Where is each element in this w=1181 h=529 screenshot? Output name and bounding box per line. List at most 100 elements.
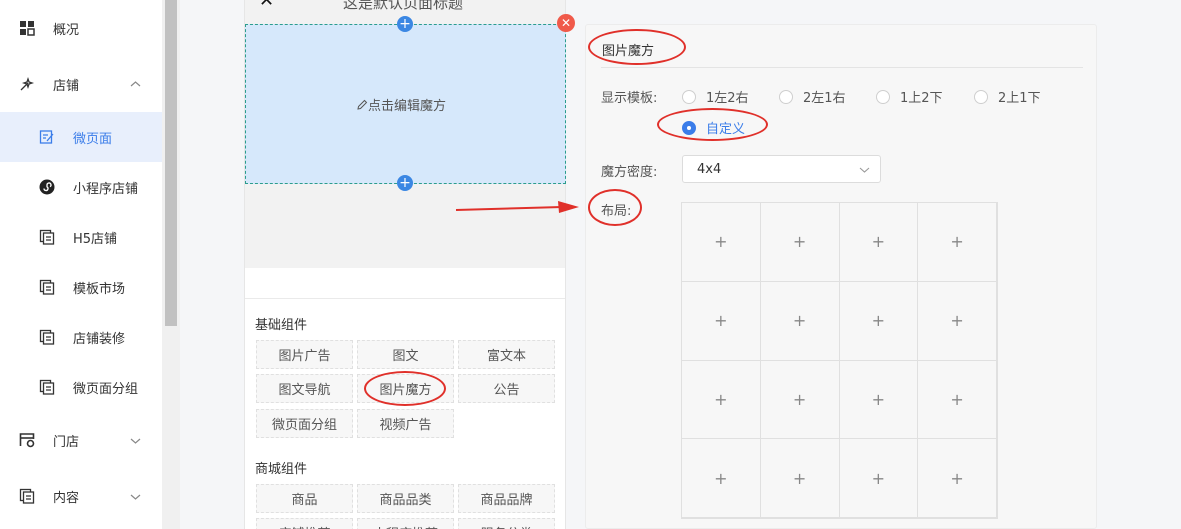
annotation-arrow xyxy=(455,201,579,213)
grid-cell-add[interactable]: + xyxy=(682,360,761,440)
component-rich-text[interactable]: 富文本 xyxy=(458,340,555,369)
grid-cell-add[interactable]: + xyxy=(918,281,997,361)
sidebar: 概况 店铺 微页面 小程序店铺 H5店铺 模板市场 店铺装修 微页面分组 门店 … xyxy=(0,0,162,529)
basic-components-title: 基础组件 xyxy=(255,318,308,333)
annotation-circle-custom xyxy=(657,108,768,141)
density-select[interactable]: 4x4 xyxy=(682,155,881,183)
component-product-category[interactable]: 商品品类 xyxy=(357,484,454,513)
sidebar-scrollbar-thumb[interactable] xyxy=(165,0,177,326)
radio-dot xyxy=(974,89,988,104)
image-cube-block[interactable]: 点击编辑魔方 xyxy=(245,24,566,184)
grid-cell-add[interactable]: + xyxy=(682,439,761,518)
page-title: 这是默认页面标题 xyxy=(343,0,464,12)
grid-cell-add[interactable]: + xyxy=(760,360,840,440)
radio-dot xyxy=(682,89,696,104)
radio-label: 2左1右 xyxy=(803,91,846,106)
radio-label: 1左2右 xyxy=(706,91,749,106)
component-miniprogram-recommend[interactable]: 小程序推荐 xyxy=(357,518,454,529)
grid-cell-add[interactable]: + xyxy=(918,203,997,282)
edit-page-icon xyxy=(39,130,54,144)
sidebar-item-label: 门店 xyxy=(53,434,80,450)
component-image-nav[interactable]: 图文导航 xyxy=(256,374,353,403)
mall-components-title: 商城组件 xyxy=(255,462,308,477)
edit-cube-label: 点击编辑魔方 xyxy=(368,99,447,114)
sidebar-item-page-group[interactable]: 微页面分组 xyxy=(0,362,162,412)
sidebar-item-label: 模板市场 xyxy=(73,281,126,297)
add-below-button[interactable]: + xyxy=(397,175,413,191)
grid-cell-add[interactable]: + xyxy=(839,281,919,361)
sidebar-item-label: 概况 xyxy=(53,22,80,38)
component-image-ad[interactable]: 图片广告 xyxy=(256,340,353,369)
sidebar-item-label: 小程序店铺 xyxy=(73,181,139,197)
radio-dot xyxy=(779,89,793,104)
annotation-circle-layout xyxy=(588,189,642,226)
radio-2left-1right[interactable]: 2左1右 xyxy=(779,87,846,106)
sidebar-item-label: 内容 xyxy=(53,490,80,506)
component-shop-recommend[interactable]: 店铺推荐 xyxy=(256,518,353,529)
grid-cell-add[interactable]: + xyxy=(918,439,997,518)
component-product[interactable]: 商品 xyxy=(256,484,353,513)
radio-label: 1上2下 xyxy=(900,91,943,106)
grid-cell-add[interactable]: + xyxy=(839,360,919,440)
density-value: 4x4 xyxy=(697,162,722,177)
h5-icon xyxy=(39,229,55,245)
add-above-button[interactable]: + xyxy=(397,16,413,32)
sidebar-item-label: 微页面 xyxy=(73,131,113,147)
sidebar-item-label: 店铺装修 xyxy=(73,331,126,347)
annotation-circle-panel-title xyxy=(588,29,686,65)
settings-panel: 图片魔方 显示模板: 1左2右 2左1右 1上2下 2上1下 自定义 魔方密度:… xyxy=(585,24,1097,529)
component-product-brand[interactable]: 商品品牌 xyxy=(458,484,555,513)
radio-dot xyxy=(876,89,890,104)
grid-cell-add[interactable]: + xyxy=(760,281,840,361)
template-label: 显示模板: xyxy=(601,91,658,106)
cube-grid: + + + + + + + + + + + + + + + + xyxy=(681,202,998,519)
sidebar-item-h5-shop[interactable]: H5店铺 xyxy=(0,212,162,262)
decoration-icon xyxy=(39,329,55,345)
divider xyxy=(601,67,1083,68)
sidebar-item-overview[interactable]: 概况 xyxy=(0,3,162,53)
component-service-category[interactable]: 服务分类 xyxy=(458,518,555,529)
radio-label: 2上1下 xyxy=(998,91,1041,106)
density-label: 魔方密度: xyxy=(601,165,658,180)
grid-cell-add[interactable]: + xyxy=(839,203,919,282)
grid-cell-add[interactable]: + xyxy=(682,203,761,282)
component-page-group[interactable]: 微页面分组 xyxy=(256,409,353,438)
sidebar-item-shop-decoration[interactable]: 店铺装修 xyxy=(0,312,162,362)
sidebar-item-label: 微页面分组 xyxy=(73,381,139,397)
sidebar-item-micro-page[interactable]: 微页面 xyxy=(0,112,162,162)
sidebar-item-miniprogram-shop[interactable]: 小程序店铺 xyxy=(0,162,162,212)
chevron-down-icon xyxy=(859,167,870,173)
close-icon[interactable]: ✕ xyxy=(259,0,274,11)
grid-cell-add[interactable]: + xyxy=(918,360,997,440)
radio-1top-2bottom[interactable]: 1上2下 xyxy=(876,87,943,106)
annotation-circle-image-cube xyxy=(364,371,446,406)
dashboard-icon xyxy=(20,21,35,36)
delete-block-button[interactable]: ✕ xyxy=(557,14,575,32)
component-library: 基础组件 图片广告 图文 富文本 图文导航 图片魔方 公告 微页面分组 视频广告… xyxy=(245,298,565,529)
grid-cell-add[interactable]: + xyxy=(760,439,840,518)
sidebar-item-label: H5店铺 xyxy=(73,231,118,247)
component-video-ad[interactable]: 视频广告 xyxy=(357,409,454,438)
more-icon[interactable]: ••• xyxy=(531,0,562,5)
component-notice[interactable]: 公告 xyxy=(458,374,555,403)
pencil-icon xyxy=(357,99,368,110)
content-icon xyxy=(19,488,35,504)
chevron-down-icon xyxy=(130,438,141,444)
sidebar-item-content[interactable]: 内容 xyxy=(0,471,162,521)
sidebar-item-shop[interactable]: 店铺 xyxy=(0,59,162,109)
sidebar-item-template-market[interactable]: 模板市场 xyxy=(0,262,162,312)
grid-cell-add[interactable]: + xyxy=(682,281,761,361)
phone-header: ✕ 这是默认页面标题 ••• xyxy=(245,0,565,12)
sidebar-item-label: 店铺 xyxy=(53,78,80,94)
shop-icon xyxy=(20,76,35,91)
grid-cell-add[interactable]: + xyxy=(839,439,919,518)
grid-cell-add[interactable]: + xyxy=(760,203,840,282)
template-icon xyxy=(39,279,55,295)
radio-2top-1bottom[interactable]: 2上1下 xyxy=(974,87,1041,106)
radio-1left-2right[interactable]: 1左2右 xyxy=(682,87,749,106)
edit-cube-hint[interactable]: 点击编辑魔方 xyxy=(356,95,446,114)
sidebar-item-store[interactable]: 门店 xyxy=(0,415,162,465)
component-image-text[interactable]: 图文 xyxy=(357,340,454,369)
chevron-down-icon xyxy=(130,494,141,500)
miniprogram-icon xyxy=(39,179,55,195)
